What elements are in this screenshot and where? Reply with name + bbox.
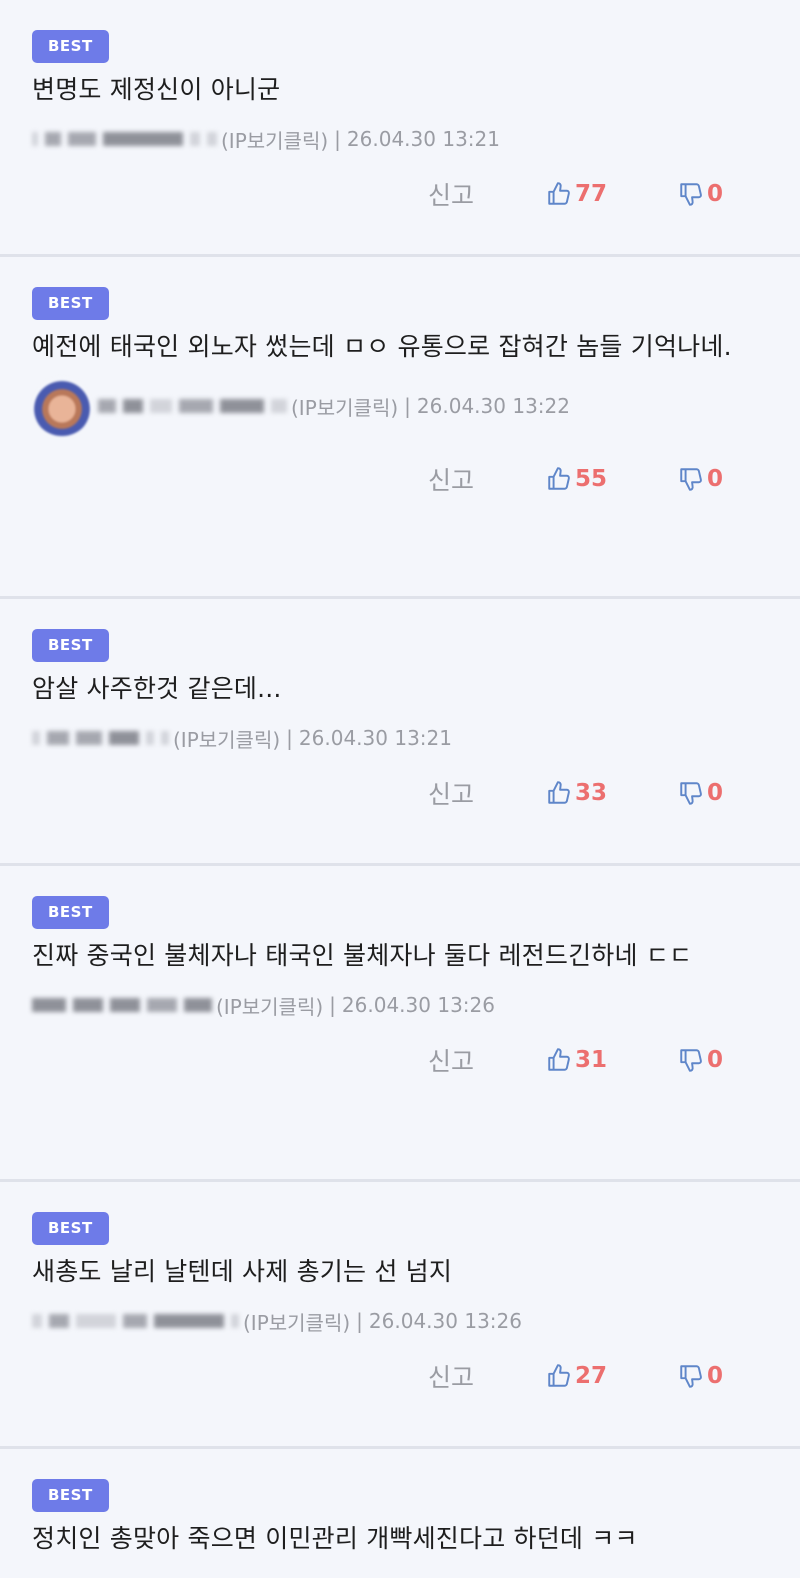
like-count: 27 <box>575 1363 608 1389</box>
best-badge: BEST <box>32 1212 109 1245</box>
dislike-count: 0 <box>707 1363 724 1389</box>
like-button[interactable]: 77 <box>546 181 616 207</box>
ip-view-link[interactable]: (IP보기클릭) <box>173 724 280 753</box>
like-count: 77 <box>575 181 608 207</box>
comment-item: BEST 진짜 중국인 불체자나 태국인 불체자나 둘다 레전드긴하네 ㄷㄷ (… <box>0 866 800 1182</box>
report-button[interactable]: 신고 <box>428 1358 486 1394</box>
best-badge: BEST <box>32 629 109 662</box>
thumbs-down-icon <box>680 782 702 805</box>
thumbs-up-icon <box>548 781 570 804</box>
thumbs-down-icon <box>680 468 702 491</box>
comment-meta: (IP보기클릭) | 26.04.30 13:26 <box>32 987 768 1023</box>
comment-item: BEST 정치인 총맞아 죽으면 이민관리 개빡세진다고 하던데 ㅋㅋ <box>0 1449 800 1578</box>
comment-meta: (IP보기클릭) | 26.04.30 13:22 <box>32 374 768 438</box>
ip-view-link[interactable]: (IP보기클릭) <box>291 392 398 421</box>
comment-text: 변명도 제정신이 아니군 <box>32 75 281 104</box>
like-button[interactable]: 27 <box>546 1363 616 1389</box>
comment-timestamp: 26.04.30 13:26 <box>368 1309 522 1333</box>
comment-actions: 신고 33 0 <box>32 766 768 820</box>
comment-item: BEST 새총도 날리 날텐데 사제 총기는 선 넘지 (IP보기클릭) | 2… <box>0 1182 800 1449</box>
meta-separator: | <box>356 1309 363 1333</box>
like-button[interactable]: 33 <box>546 780 616 806</box>
comment-meta: (IP보기클릭) | 26.04.30 13:21 <box>32 720 768 756</box>
like-count: 33 <box>575 780 608 806</box>
avatar <box>32 376 92 436</box>
thumbs-down-icon <box>680 1365 702 1388</box>
best-badge: BEST <box>32 287 109 320</box>
comment-text: 진짜 중국인 불체자나 태국인 불체자나 둘다 레전드긴하네 ㄷㄷ <box>32 941 693 970</box>
comment-meta: (IP보기클릭) | 26.04.30 13:26 <box>32 1303 768 1339</box>
report-button[interactable]: 신고 <box>428 176 486 212</box>
ip-view-link[interactable]: (IP보기클릭) <box>243 1307 350 1336</box>
comment-item: BEST 예전에 태국인 외노자 썼는데 ㅁㅇ 유통으로 잡혀간 놈들 기억나네… <box>0 257 800 599</box>
dislike-count: 0 <box>707 466 724 492</box>
meta-separator: | <box>286 726 293 750</box>
ip-view-link[interactable]: (IP보기클릭) <box>221 125 328 154</box>
dislike-button[interactable]: 0 <box>678 1363 728 1389</box>
meta-separator: | <box>334 127 341 151</box>
dislike-button[interactable]: 0 <box>678 780 728 806</box>
blurred-nickname[interactable] <box>98 399 287 413</box>
report-button[interactable]: 신고 <box>428 775 486 811</box>
comment-item: BEST 변명도 제정신이 아니군 (IP보기클릭) | 26.04.30 13… <box>0 0 800 257</box>
dislike-count: 0 <box>707 780 724 806</box>
best-badge: BEST <box>32 1479 109 1512</box>
blurred-nickname[interactable] <box>32 731 169 745</box>
thumbs-down-icon <box>680 1049 702 1072</box>
comment-text: 암살 사주한것 같은데... <box>32 674 282 703</box>
comment-item: BEST 암살 사주한것 같은데... (IP보기클릭) | 26.04.30 … <box>0 599 800 866</box>
comment-timestamp: 26.04.30 13:22 <box>416 394 570 418</box>
blurred-nickname[interactable] <box>32 132 217 146</box>
best-badge: BEST <box>32 30 109 63</box>
like-count: 31 <box>575 1047 608 1073</box>
dislike-button[interactable]: 0 <box>678 1047 728 1073</box>
thumbs-down-icon <box>680 183 702 206</box>
comment-text: 새총도 날리 날텐데 사제 총기는 선 넘지 <box>32 1257 453 1286</box>
best-badge: BEST <box>32 896 109 929</box>
dislike-count: 0 <box>707 181 724 207</box>
report-button[interactable]: 신고 <box>428 1042 486 1078</box>
like-count: 55 <box>575 466 608 492</box>
thumbs-up-icon <box>548 1048 570 1071</box>
comment-timestamp: 26.04.30 13:26 <box>341 993 495 1017</box>
comment-actions: 신고 31 0 <box>32 1033 768 1087</box>
dislike-button[interactable]: 0 <box>678 181 728 207</box>
thumbs-up-icon <box>548 467 570 490</box>
report-button[interactable]: 신고 <box>428 461 486 497</box>
like-button[interactable]: 55 <box>546 466 616 492</box>
thumbs-up-icon <box>548 1364 570 1387</box>
meta-separator: | <box>329 993 336 1017</box>
comment-timestamp: 26.04.30 13:21 <box>346 127 500 151</box>
comment-text: 정치인 총맞아 죽으면 이민관리 개빡세진다고 하던데 ㅋㅋ <box>32 1524 638 1553</box>
comment-meta: (IP보기클릭) | 26.04.30 13:21 <box>32 121 768 157</box>
comment-actions: 신고 77 0 <box>32 167 768 221</box>
blurred-nickname[interactable] <box>32 998 212 1012</box>
blurred-nickname[interactable] <box>32 1314 239 1328</box>
like-button[interactable]: 31 <box>546 1047 616 1073</box>
comment-actions: 신고 55 0 <box>32 452 768 506</box>
comment-actions: 신고 27 0 <box>32 1349 768 1403</box>
meta-separator: | <box>404 394 411 418</box>
dislike-count: 0 <box>707 1047 724 1073</box>
comment-timestamp: 26.04.30 13:21 <box>298 726 452 750</box>
comment-text: 예전에 태국인 외노자 썼는데 ㅁㅇ 유통으로 잡혀간 놈들 기억나네. <box>32 332 732 361</box>
comment-list: BEST 변명도 제정신이 아니군 (IP보기클릭) | 26.04.30 13… <box>0 0 800 1578</box>
thumbs-up-icon <box>548 182 570 205</box>
ip-view-link[interactable]: (IP보기클릭) <box>216 991 323 1020</box>
dislike-button[interactable]: 0 <box>678 466 728 492</box>
